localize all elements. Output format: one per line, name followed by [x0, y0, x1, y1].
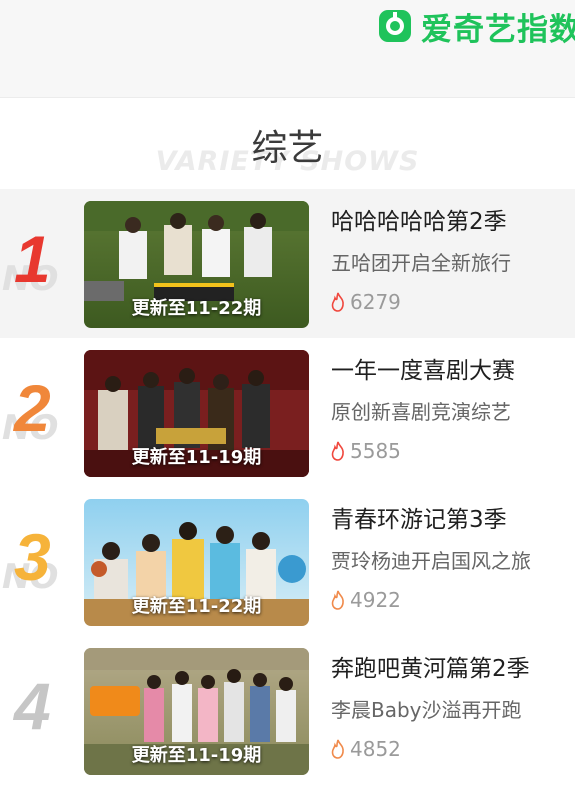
show-desc: 贾玲杨迪开启国风之旅 — [331, 549, 531, 573]
show-info: 奔跑吧黄河篇第2季 李晨Baby沙溢再开跑 4852 — [331, 652, 575, 763]
rank-badge: NO 1 — [0, 211, 84, 311]
flame-icon — [331, 739, 344, 759]
rank-badge: 4 — [0, 658, 84, 758]
iqiyi-logo-icon — [379, 10, 411, 42]
heat-index: 6279 — [331, 288, 575, 316]
update-label: 更新至11-22期 — [131, 298, 262, 319]
show-desc: 五哈团开启全新旅行 — [331, 251, 511, 275]
ranking-item[interactable]: NO 3 更新至11-22期 青春环游记第3季 贾玲杨迪开启国风之旅 4922 — [0, 487, 575, 636]
section-header: VARIETY SHOWS 综艺 — [0, 118, 575, 180]
show-name[interactable]: 一年一度喜剧大赛 — [331, 354, 575, 388]
show-info: 哈哈哈哈哈第2季 五哈团开启全新旅行 6279 — [331, 205, 575, 316]
rank-number: 2 — [14, 371, 51, 445]
ranking-item[interactable]: 4 更新至11-19期 奔跑吧黄河篇第2季 李晨Baby沙溢再开跑 4852 — [0, 636, 575, 785]
heat-index: 5585 — [331, 437, 575, 465]
heat-value: 6279 — [350, 290, 401, 314]
heat-index: 4922 — [331, 586, 575, 614]
heat-value: 4852 — [350, 737, 401, 761]
top-bar: 爱奇艺指数 — [0, 0, 575, 98]
show-thumbnail[interactable]: 更新至11-19期 — [84, 350, 309, 477]
rank-badge: NO 3 — [0, 509, 84, 609]
update-label: 更新至11-19期 — [131, 447, 262, 468]
show-thumbnail[interactable]: 更新至11-19期 — [84, 648, 309, 775]
ranking-list: NO 1 更新至11-22期 哈哈哈哈哈第2季 五哈团开启全新旅行 6279 N… — [0, 189, 575, 785]
show-info: 一年一度喜剧大赛 原创新喜剧竞演综艺 5585 — [331, 354, 575, 465]
flame-icon — [331, 292, 344, 312]
flame-icon — [331, 441, 344, 461]
show-thumbnail[interactable]: 更新至11-22期 — [84, 499, 309, 626]
rank-number: 4 — [14, 669, 51, 743]
update-label: 更新至11-19期 — [131, 745, 262, 766]
heat-value: 4922 — [350, 588, 401, 612]
section-title: 综艺 — [251, 128, 324, 169]
show-name[interactable]: 哈哈哈哈哈第2季 — [331, 205, 575, 239]
show-info: 青春环游记第3季 贾玲杨迪开启国风之旅 4922 — [331, 503, 575, 614]
rank-badge: NO 2 — [0, 360, 84, 460]
ranking-item[interactable]: NO 1 更新至11-22期 哈哈哈哈哈第2季 五哈团开启全新旅行 6279 — [0, 189, 575, 338]
heat-index: 4852 — [331, 735, 575, 763]
rank-number: 1 — [14, 222, 51, 296]
rank-number: 3 — [14, 520, 51, 594]
show-name[interactable]: 青春环游记第3季 — [331, 503, 575, 537]
brand-name: 爱奇艺指数 — [421, 11, 575, 48]
flame-icon — [331, 590, 344, 610]
heat-value: 5585 — [350, 439, 401, 463]
ranking-item[interactable]: NO 2 更新至11-19期 一年一度喜剧大赛 原创新喜剧竞演综艺 5585 — [0, 338, 575, 487]
show-desc: 原创新喜剧竞演综艺 — [331, 400, 511, 424]
show-thumbnail[interactable]: 更新至11-22期 — [84, 201, 309, 328]
show-desc: 李晨Baby沙溢再开跑 — [331, 698, 522, 722]
update-label: 更新至11-22期 — [131, 596, 262, 617]
brand-logo[interactable]: 爱奇艺指数 — [377, 8, 575, 48]
show-name[interactable]: 奔跑吧黄河篇第2季 — [331, 652, 575, 686]
